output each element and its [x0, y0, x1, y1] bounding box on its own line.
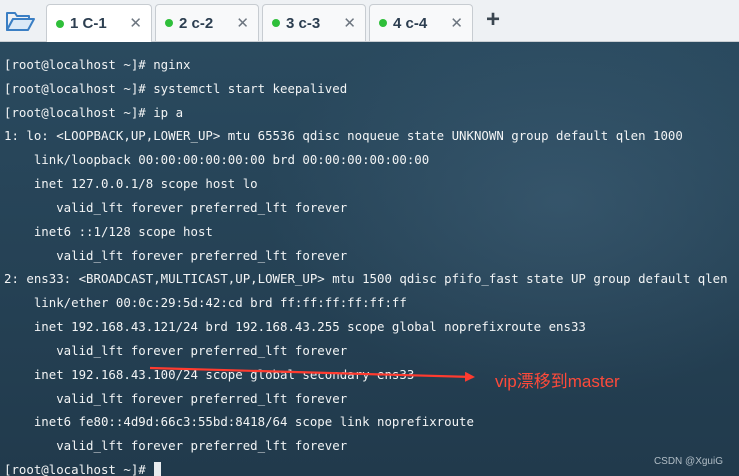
folder-icon[interactable]	[4, 9, 36, 33]
close-icon[interactable]: ✕	[129, 14, 142, 32]
tab-label: 2 c-2	[179, 14, 214, 32]
close-icon[interactable]: ✕	[236, 14, 249, 32]
status-dot-icon	[379, 19, 387, 27]
close-icon[interactable]: ✕	[450, 14, 463, 32]
tab-session-4[interactable]: 4 c-4 ✕	[369, 4, 473, 41]
arrow-icon	[149, 366, 475, 382]
terminal-output[interactable]: [root@localhost ~]# nginx [root@localhos…	[0, 42, 739, 476]
tab-bar: 1 C-1 ✕ 2 c-2 ✕ 3 c-3 ✕ 4 c-4 ✕ +	[0, 0, 739, 42]
tab-label: 4 c-4	[393, 14, 428, 32]
status-dot-icon	[56, 19, 64, 28]
tab-label: 3 c-3	[286, 14, 321, 32]
status-dot-icon	[272, 19, 280, 27]
close-icon[interactable]: ✕	[343, 14, 356, 32]
tab-label: 1 C-1	[70, 15, 107, 32]
plus-icon[interactable]: +	[482, 7, 504, 33]
watermark: CSDN @XguiG	[653, 456, 723, 467]
tab-session-1[interactable]: 1 C-1 ✕	[46, 4, 152, 42]
tab-session-2[interactable]: 2 c-2 ✕	[155, 4, 259, 41]
annotation-label: vip漂移到master	[495, 372, 620, 391]
status-dot-icon	[165, 19, 173, 27]
tab-session-3[interactable]: 3 c-3 ✕	[262, 4, 366, 41]
